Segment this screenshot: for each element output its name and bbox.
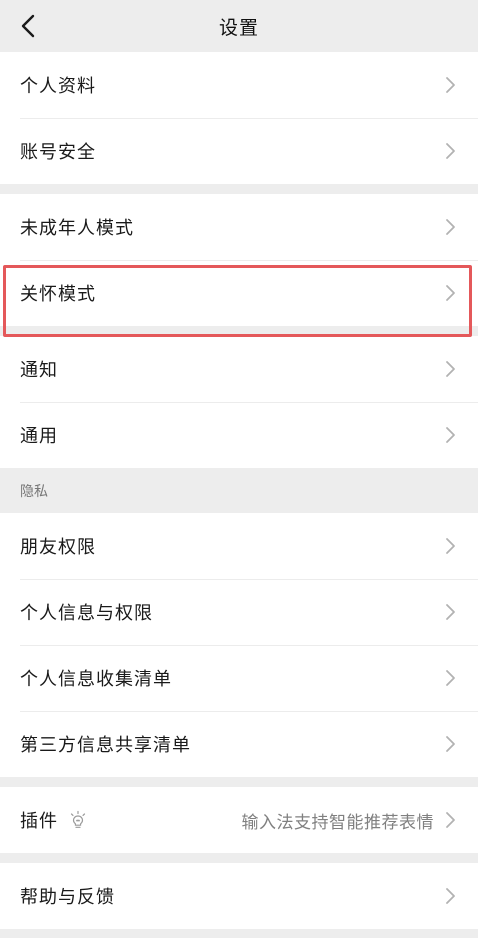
row-care-mode[interactable]: 关怀模式 <box>0 260 478 326</box>
row-personal-info-collection[interactable]: 个人信息收集清单 <box>0 645 478 711</box>
row-label: 朋友权限 <box>20 537 96 558</box>
row-label: 帮助与反馈 <box>20 887 115 908</box>
privacy-section-header: 隐私 <box>0 468 478 513</box>
group-gap <box>0 853 478 863</box>
account-group: 个人资料 账号安全 <box>0 52 478 184</box>
general-group: 通知 通用 <box>0 336 478 468</box>
chevron-right-icon <box>446 361 455 377</box>
row-label: 个人资料 <box>20 76 96 97</box>
row-label: 第三方信息共享清单 <box>20 735 191 756</box>
row-general[interactable]: 通用 <box>0 402 478 468</box>
help-group: 帮助与反馈 <box>0 863 478 929</box>
header-bar: 设置 <box>0 0 478 52</box>
chevron-right-icon <box>446 888 455 904</box>
row-minor-mode[interactable]: 未成年人模式 <box>0 194 478 260</box>
chevron-right-icon <box>446 219 455 235</box>
group-gap <box>0 184 478 194</box>
modes-group: 未成年人模式 关怀模式 <box>0 194 478 326</box>
row-label: 个人信息与权限 <box>20 603 153 624</box>
group-gap <box>0 326 478 336</box>
row-label: 关怀模式 <box>20 284 96 305</box>
chevron-right-icon <box>446 538 455 554</box>
chevron-right-icon <box>446 812 455 828</box>
chevron-right-icon <box>446 604 455 620</box>
row-profile[interactable]: 个人资料 <box>0 52 478 118</box>
chevron-right-icon <box>446 736 455 752</box>
chevron-right-icon <box>446 670 455 686</box>
row-label: 通知 <box>20 360 58 381</box>
row-help-feedback[interactable]: 帮助与反馈 <box>0 863 478 929</box>
row-friend-permissions[interactable]: 朋友权限 <box>0 513 478 579</box>
chevron-right-icon <box>446 77 455 93</box>
row-label: 插件 <box>20 811 58 832</box>
lightbulb-icon <box>70 810 86 828</box>
chevron-left-icon <box>21 14 35 38</box>
row-third-party-sharing[interactable]: 第三方信息共享清单 <box>0 711 478 777</box>
chevron-right-icon <box>446 427 455 443</box>
back-button[interactable] <box>10 6 46 46</box>
row-label: 账号安全 <box>20 142 96 163</box>
group-gap <box>0 777 478 787</box>
plugins-group: 插件 输入法支持智能推荐表情 <box>0 787 478 853</box>
row-account-security[interactable]: 账号安全 <box>0 118 478 184</box>
row-label: 未成年人模式 <box>20 218 134 239</box>
row-plugins[interactable]: 插件 输入法支持智能推荐表情 <box>0 787 478 853</box>
chevron-right-icon <box>446 143 455 159</box>
plugins-value: 输入法支持智能推荐表情 <box>241 812 434 833</box>
row-notifications[interactable]: 通知 <box>0 336 478 402</box>
row-label: 个人信息收集清单 <box>20 669 172 690</box>
chevron-right-icon <box>446 285 455 301</box>
privacy-group: 朋友权限 个人信息与权限 个人信息收集清单 第三方信息共享清单 <box>0 513 478 777</box>
bottom-area <box>0 929 478 935</box>
row-personal-info-permissions[interactable]: 个人信息与权限 <box>0 579 478 645</box>
row-label: 通用 <box>20 426 58 447</box>
page-title: 设置 <box>218 16 259 39</box>
